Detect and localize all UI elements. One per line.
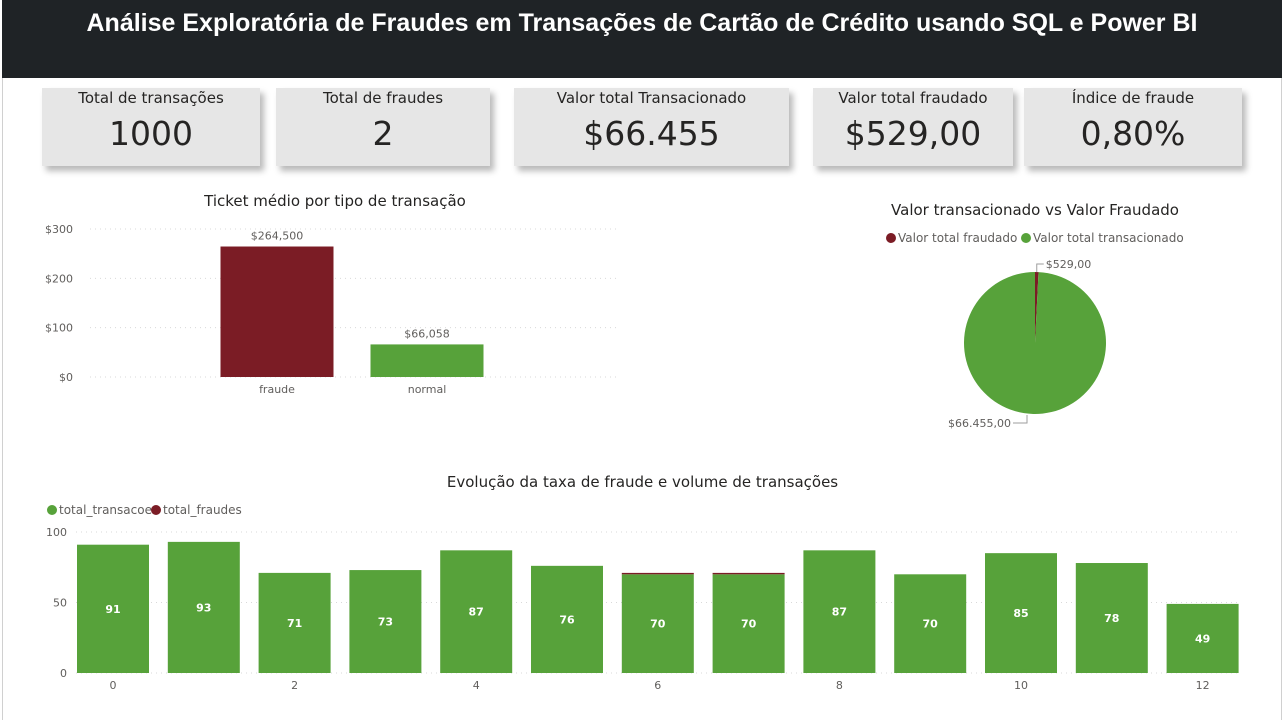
y-tick-label: $100	[45, 322, 73, 335]
legend-swatch	[151, 505, 161, 515]
data-label: $264,500	[251, 230, 304, 243]
kpi-label: Total de fraudes	[322, 89, 444, 107]
x-tick-label: 2	[291, 679, 298, 692]
kpi-label: Total de transações	[78, 89, 224, 107]
x-tick-label: 8	[836, 679, 843, 692]
y-tick-label: $200	[45, 272, 73, 285]
pie-chart[interactable]: $529,00 $66.455,00	[940, 250, 1140, 435]
x-tick-label: 12	[1196, 679, 1210, 692]
kpi-value: $66.455	[583, 114, 720, 153]
y-tick-label: $0	[59, 371, 73, 384]
x-tick-label: normal	[408, 383, 447, 396]
kpi-card-valor-fraudado[interactable]: Valor total fraudado $529,00	[813, 88, 1013, 166]
y-tick-label: 50	[53, 597, 67, 610]
leader-line	[1013, 415, 1028, 424]
data-label: 93	[196, 601, 211, 614]
legend-swatch	[1021, 233, 1031, 243]
kpi-value: 2	[372, 114, 394, 153]
data-label: $66,058	[404, 327, 450, 340]
data-label: 71	[287, 617, 302, 630]
bar-normal	[370, 344, 484, 377]
ticket-chart-title: Ticket médio por tipo de transação	[204, 192, 466, 210]
data-label: $529,00	[1046, 258, 1092, 271]
x-tick-label: fraude	[259, 383, 295, 396]
legend-label: total_transacoes	[59, 503, 159, 517]
kpi-label: Índice de fraude	[1071, 89, 1195, 107]
data-label: 49	[1195, 632, 1210, 645]
legend-label: Valor total fraudado	[898, 231, 1018, 245]
data-label: 76	[559, 613, 575, 626]
bar-total-fraudes	[621, 572, 694, 575]
frame-left-border	[2, 78, 3, 720]
data-label: 91	[105, 603, 120, 616]
data-label: 70	[741, 618, 757, 631]
kpi-card-total-transacoes[interactable]: Total de transações 1000	[42, 88, 260, 166]
dashboard-header: Análise Exploratória de Fraudes em Trans…	[2, 0, 1282, 78]
kpi-label: Valor total Transacionado	[556, 89, 747, 107]
frame-right-border	[1281, 78, 1282, 720]
data-label: 73	[378, 616, 393, 629]
evolution-chart-title: Evolução da taxa de fraude e volume de t…	[446, 473, 839, 491]
x-tick-label: 10	[1014, 679, 1028, 692]
data-label: 87	[469, 606, 484, 619]
x-tick-label: 4	[473, 679, 480, 692]
y-tick-label: $300	[45, 223, 73, 236]
data-label: 70	[923, 618, 939, 631]
kpi-value: $529,00	[844, 114, 982, 153]
pie-chart-title: Valor transacionado vs Valor Fraudado	[891, 201, 1179, 219]
legend-swatch	[886, 233, 896, 243]
kpi-value: 0,80%	[1080, 114, 1186, 153]
evolution-legend-transacoes[interactable]: total_transacoes	[47, 503, 158, 517]
data-label: 87	[832, 606, 847, 619]
kpi-card-valor-transacionado[interactable]: Valor total Transacionado $66.455	[514, 88, 789, 166]
legend-swatch	[47, 505, 57, 515]
kpi-label: Valor total fraudado	[838, 89, 988, 107]
pie-slice-transacionado	[964, 272, 1106, 414]
x-tick-label: 6	[654, 679, 661, 692]
kpi-value: 1000	[109, 114, 193, 153]
bar-fraude	[220, 246, 334, 377]
data-label: 78	[1104, 612, 1119, 625]
leader-line	[1036, 263, 1044, 273]
y-tick-label: 0	[60, 667, 67, 680]
data-label: 85	[1013, 607, 1028, 620]
pie-legend-transacionado[interactable]: Valor total transacionado	[1021, 231, 1184, 245]
pie-legend-fraudado[interactable]: Valor total fraudado	[886, 231, 1017, 245]
kpi-card-indice-fraude[interactable]: Índice de fraude 0,80%	[1024, 88, 1242, 166]
kpi-card-total-fraudes[interactable]: Total de fraudes 2	[276, 88, 490, 166]
data-label: 70	[650, 618, 666, 631]
legend-label: Valor total transacionado	[1033, 231, 1184, 245]
evolution-chart[interactable]: 0 50 100 91 93 71 73 87 76 70 70 87 70 85 78 49 0 2 4 6 8 10 1…	[30, 520, 1260, 700]
evolution-legend-fraudes[interactable]: total_fraudes	[151, 503, 242, 517]
ticket-chart[interactable]: $0 $100 $200 $300 $264,500 fraude $66,058 norma…	[30, 215, 630, 400]
data-label: $66.455,00	[948, 417, 1011, 430]
bar-total-fraudes	[712, 572, 785, 575]
y-tick-label: 100	[46, 526, 67, 539]
dashboard-title: Análise Exploratória de Fraudes em Trans…	[86, 9, 1198, 37]
legend-label: total_fraudes	[163, 503, 242, 517]
x-tick-label: 0	[110, 679, 117, 692]
